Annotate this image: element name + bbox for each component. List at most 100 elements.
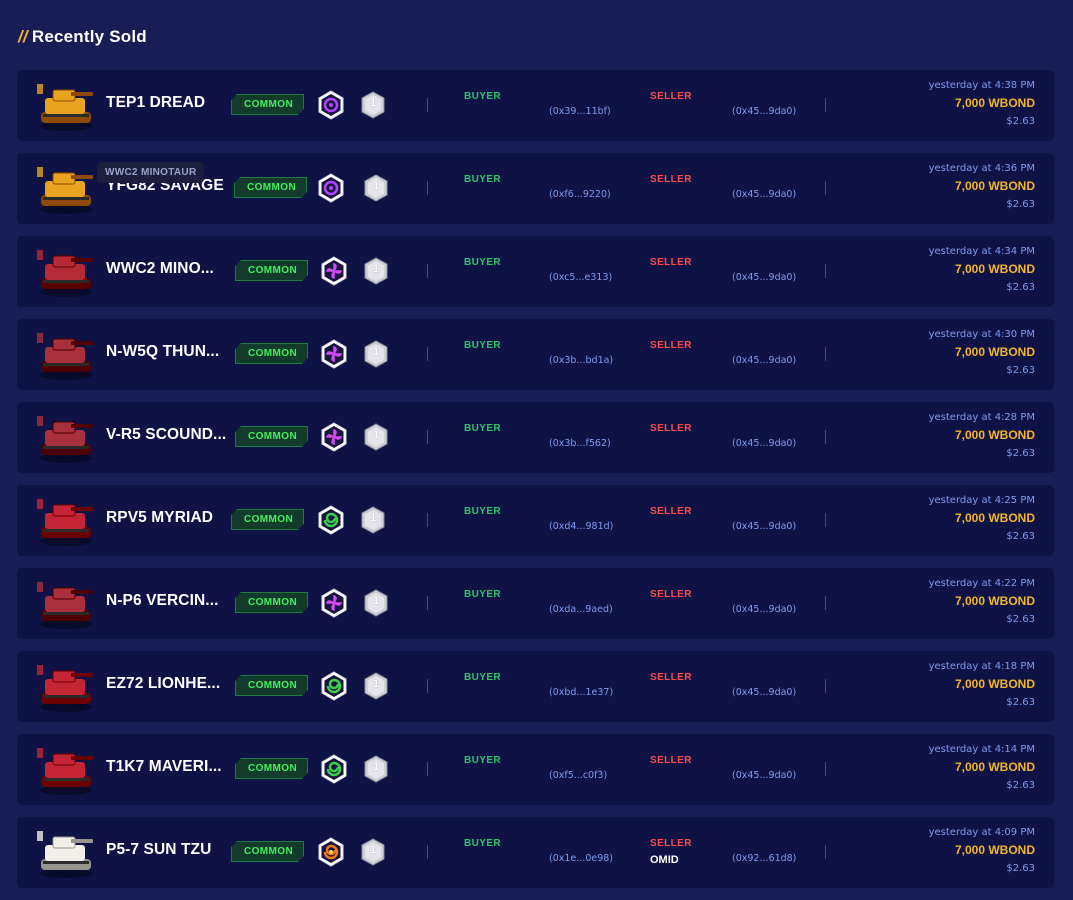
buyer-address[interactable]: (0xda...9aed) xyxy=(549,604,613,615)
buyer-address[interactable]: (0xd4...981d) xyxy=(549,521,613,532)
level-value: 1 xyxy=(372,263,380,275)
sale-row[interactable]: TEP1 DREAD COMMON 1 BUYER (0x39...11bf) … xyxy=(17,70,1054,141)
divider xyxy=(825,679,826,693)
item-name[interactable]: T1K7 MAVERI... xyxy=(106,758,222,776)
buyer-address[interactable]: (0x3b...f562) xyxy=(549,438,611,449)
divider xyxy=(825,98,826,112)
sale-price: 7,000 WBOND xyxy=(954,594,1035,608)
buyer-address[interactable]: (0x1e...0e98) xyxy=(549,853,613,864)
sale-row[interactable]: N-P6 VERCIN... COMMON 1 BUYER (0xda...9a… xyxy=(17,568,1054,639)
seller-label: SELLER xyxy=(650,589,692,600)
sale-time: yesterday at 4:22 PM xyxy=(928,578,1035,589)
sale-row[interactable]: EZ72 LIONHE... COMMON 1 BUYER (0xbd...1e… xyxy=(17,651,1054,722)
sale-info: yesterday at 4:25 PM 7,000 WBOND $2.63 xyxy=(929,494,1035,543)
sale-time: yesterday at 4:25 PM xyxy=(928,495,1035,506)
tank-thumbnail xyxy=(31,325,101,383)
sale-time: yesterday at 4:14 PM xyxy=(928,744,1035,755)
sale-usd: $2.63 xyxy=(1006,199,1035,210)
sale-row[interactable]: V-R5 SCOUND... COMMON 1 BUYER (0x3b...f5… xyxy=(17,402,1054,473)
buyer-address[interactable]: (0xbd...1e37) xyxy=(549,687,613,698)
sale-price: 7,000 WBOND xyxy=(954,760,1035,774)
sale-time: yesterday at 4:34 PM xyxy=(928,246,1035,257)
item-name[interactable]: V-R5 SCOUND... xyxy=(106,426,226,444)
buyer-label: BUYER xyxy=(464,755,502,766)
buyer-label: BUYER xyxy=(464,589,502,600)
sale-price: 7,000 WBOND xyxy=(954,677,1035,691)
sale-usd: $2.63 xyxy=(1006,614,1035,625)
level-badge-icon: 1 xyxy=(364,257,388,285)
item-name[interactable]: TEP1 DREAD xyxy=(106,94,205,112)
seller-address[interactable]: (0x45...9da0) xyxy=(732,106,796,117)
sale-price: 7,000 WBOND xyxy=(954,345,1035,359)
seller-address[interactable]: (0x45...9da0) xyxy=(732,770,796,781)
seller-label: SELLER xyxy=(650,91,692,102)
tank-thumbnail xyxy=(31,740,101,798)
seller-label: SELLER xyxy=(650,506,692,517)
seller-address[interactable]: (0x45...9da0) xyxy=(732,189,796,200)
seller-address[interactable]: (0x45...9da0) xyxy=(732,687,796,698)
seller-label: SELLER xyxy=(650,838,692,849)
sale-usd: $2.63 xyxy=(1006,780,1035,791)
seller-label: SELLER xyxy=(650,423,692,434)
item-name[interactable]: N-W5Q THUN... xyxy=(106,343,219,361)
psi-ring-icon xyxy=(317,90,345,120)
buyer-address[interactable]: (0xc5...e313) xyxy=(549,272,612,283)
flame-swirl-icon xyxy=(317,837,345,867)
pinwheel-icon xyxy=(320,256,348,286)
sale-time: yesterday at 4:36 PM xyxy=(928,163,1035,174)
divider xyxy=(825,762,826,776)
sale-time: yesterday at 4:28 PM xyxy=(928,412,1035,423)
rarity-badge: COMMON xyxy=(235,426,308,447)
seller-label: SELLER xyxy=(650,174,692,185)
buyer-label: BUYER xyxy=(464,91,502,102)
buyer-label: BUYER xyxy=(464,506,502,517)
level-badge-icon: 1 xyxy=(364,340,388,368)
pinwheel-icon xyxy=(320,422,348,452)
buyer-address[interactable]: (0xf5...c0f3) xyxy=(549,770,607,781)
section-heading: //Recently Sold xyxy=(18,27,147,47)
sale-price: 7,000 WBOND xyxy=(954,511,1035,525)
seller-address[interactable]: (0x45...9da0) xyxy=(732,355,796,366)
item-name[interactable]: N-P6 VERCIN... xyxy=(106,592,219,610)
item-name[interactable]: EZ72 LIONHE... xyxy=(106,675,220,693)
level-badge-icon: 1 xyxy=(364,672,388,700)
sale-row[interactable]: N-W5Q THUN... COMMON 1 BUYER (0x3b...bd1… xyxy=(17,319,1054,390)
pinwheel-icon xyxy=(320,588,348,618)
seller-address[interactable]: (0x45...9da0) xyxy=(732,438,796,449)
sale-usd: $2.63 xyxy=(1006,531,1035,542)
seller-address[interactable]: (0x45...9da0) xyxy=(732,604,796,615)
sale-time: yesterday at 4:30 PM xyxy=(928,329,1035,340)
name-tooltip: WWC2 MINOTAUR xyxy=(97,162,205,183)
buyer-address[interactable]: (0x39...11bf) xyxy=(549,106,611,117)
item-name[interactable]: P5-7 SUN TZU xyxy=(106,841,211,859)
level-badge-icon: 1 xyxy=(361,506,385,534)
item-name[interactable]: WWC2 MINO... xyxy=(106,260,214,278)
rarity-badge: COMMON xyxy=(235,675,308,696)
sale-row[interactable]: WWC2 MINO... COMMON 1 BUYER (0xc5...e313… xyxy=(17,236,1054,307)
item-name[interactable]: RPV5 MYRIAD xyxy=(106,509,213,527)
rarity-badge: COMMON xyxy=(235,260,308,281)
sale-row[interactable]: RPV5 MYRIAD COMMON 1 BUYER (0xd4...981d)… xyxy=(17,485,1054,556)
sale-row[interactable]: P5-7 SUN TZU COMMON 1 BUYER (0x1e...0e98… xyxy=(17,817,1054,888)
rarity-badge: COMMON xyxy=(235,758,308,779)
sale-price: 7,000 WBOND xyxy=(954,428,1035,442)
level-value: 1 xyxy=(369,844,377,856)
level-value: 1 xyxy=(372,595,380,607)
rarity-badge: COMMON xyxy=(231,841,304,862)
buyer-address[interactable]: (0xf6...9220) xyxy=(549,189,611,200)
sale-price: 7,000 WBOND xyxy=(954,96,1035,110)
buyer-address[interactable]: (0x3b...bd1a) xyxy=(549,355,613,366)
divider xyxy=(427,430,428,444)
sale-info: yesterday at 4:09 PM 7,000 WBOND $2.63 xyxy=(929,826,1035,875)
tank-thumbnail xyxy=(31,159,101,217)
seller-address[interactable]: (0x92...61d8) xyxy=(732,853,796,864)
sale-time: yesterday at 4:09 PM xyxy=(928,827,1035,838)
seller-address[interactable]: (0x45...9da0) xyxy=(732,521,796,532)
sale-row[interactable]: T1K7 MAVERI... COMMON 1 BUYER (0xf5...c0… xyxy=(17,734,1054,805)
sale-info: yesterday at 4:38 PM 7,000 WBOND $2.63 xyxy=(929,79,1035,128)
seller-label: SELLER xyxy=(650,257,692,268)
seller-address[interactable]: (0x45...9da0) xyxy=(732,272,796,283)
sale-usd: $2.63 xyxy=(1006,448,1035,459)
seller-name[interactable]: OMID xyxy=(650,854,679,866)
tank-thumbnail xyxy=(31,823,101,881)
